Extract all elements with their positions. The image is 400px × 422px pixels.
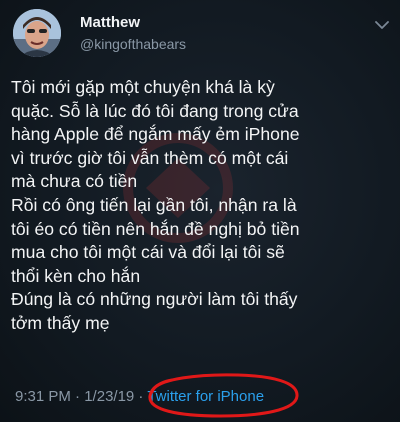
tweet-line: mà chưa có tiền bbox=[11, 171, 138, 192]
tweet-line: thổi kèn cho hắn bbox=[11, 265, 141, 286]
display-name[interactable]: Matthew bbox=[80, 14, 186, 32]
tweet-date[interactable]: 1/23/19 bbox=[84, 388, 134, 405]
tweet-line: tôi éo có tiền nên hắn đề nghị bỏ tiền bbox=[11, 218, 300, 239]
red-annotation-circle bbox=[148, 373, 299, 418]
tweet-line: vì trước giờ tôi vẫn thèm có một cái bbox=[11, 147, 289, 168]
tweet-screenshot: Matthew @kingofthabears Tôi mới gặp một … bbox=[0, 0, 400, 422]
tweet-line: tởm thấy mẹ bbox=[11, 312, 110, 333]
chevron-down-icon[interactable] bbox=[375, 20, 389, 30]
user-handle[interactable]: @kingofthabears bbox=[80, 35, 186, 53]
meta-separator: · bbox=[70, 388, 85, 405]
profile-avatar-icon bbox=[13, 9, 61, 57]
tweet-header: Matthew @kingofthabears bbox=[0, 0, 400, 64]
tweet-line: Tôi mới gặp một chuyện khá là kỳ bbox=[11, 77, 275, 97]
tweet-line: mua cho tôi một cái và đổi lại tôi sẽ bbox=[11, 242, 285, 263]
tweet-line: quặc. Sỗ là lúc đó tôi đang trong cửa bbox=[11, 100, 299, 121]
user-avatar[interactable] bbox=[13, 9, 61, 57]
tweet-line: Đúng là có những người làm tôi thấy bbox=[11, 289, 298, 310]
tweet-line: Rồi có ông tiến lại gần tôi, nhận ra là bbox=[11, 194, 297, 215]
tweet-time[interactable]: 9:31 PM bbox=[15, 388, 71, 405]
user-identity: Matthew @kingofthabears bbox=[80, 14, 186, 53]
tweet-body: Tôi mới gặp một chuyện khá là kỳ quặc. S… bbox=[11, 76, 395, 336]
tweet-line: hàng Apple để ngắm mấy ẻm iPhone bbox=[11, 124, 300, 145]
